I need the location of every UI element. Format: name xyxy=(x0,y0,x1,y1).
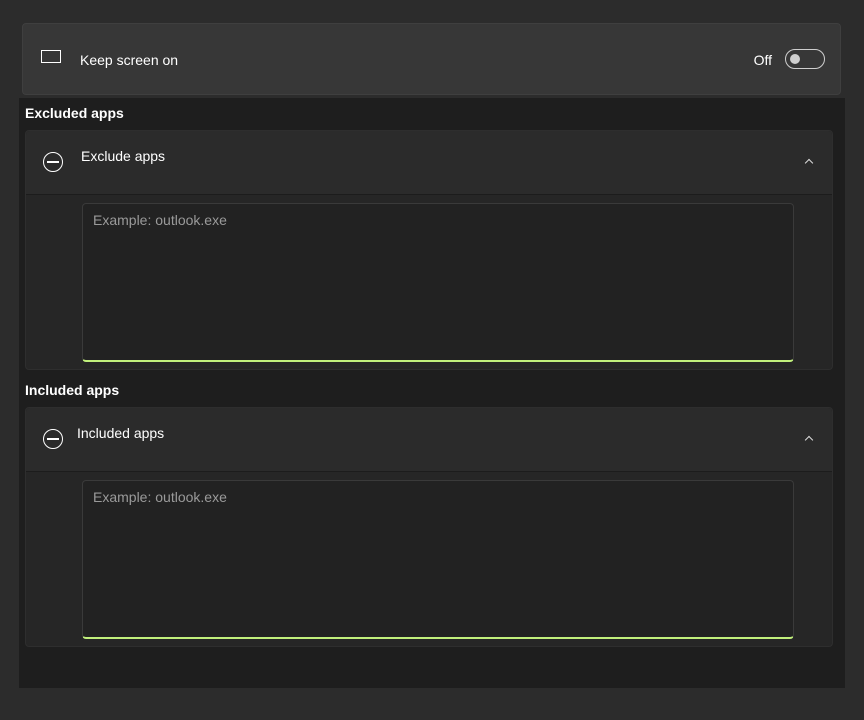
minus-circle-icon xyxy=(43,429,63,449)
keep-screen-on-card: Keep screen on Off xyxy=(22,23,841,95)
toggle-state-label: Off xyxy=(753,52,772,68)
included-apps-header[interactable]: Included apps xyxy=(26,408,832,472)
included-apps-label: Included apps xyxy=(77,425,165,441)
exclude-apps-label: Exclude apps xyxy=(81,148,166,164)
included-apps-expander: Included apps Example: outlook.exe xyxy=(25,407,833,647)
chevron-up-icon[interactable] xyxy=(804,158,814,168)
monitor-icon xyxy=(41,50,61,63)
minus-circle-icon xyxy=(43,152,63,172)
excluded-apps-heading: Excluded apps xyxy=(25,105,124,121)
included-apps-heading: Included apps xyxy=(25,382,120,398)
chevron-up-icon[interactable] xyxy=(804,435,814,445)
apps-panel: Excluded apps Exclude apps Example: outl… xyxy=(19,98,845,688)
keep-screen-on-toggle[interactable] xyxy=(785,49,825,69)
exclude-apps-expander: Exclude apps Example: outlook.exe xyxy=(25,130,833,370)
included-apps-textarea[interactable]: Example: outlook.exe xyxy=(82,480,794,639)
exclude-apps-header[interactable]: Exclude apps xyxy=(26,131,832,195)
exclude-apps-textarea[interactable]: Example: outlook.exe xyxy=(82,203,794,362)
keep-screen-on-label: Keep screen on xyxy=(80,52,179,68)
included-apps-placeholder: Example: outlook.exe xyxy=(93,489,227,505)
exclude-apps-placeholder: Example: outlook.exe xyxy=(93,212,227,228)
toggle-knob xyxy=(790,54,800,64)
